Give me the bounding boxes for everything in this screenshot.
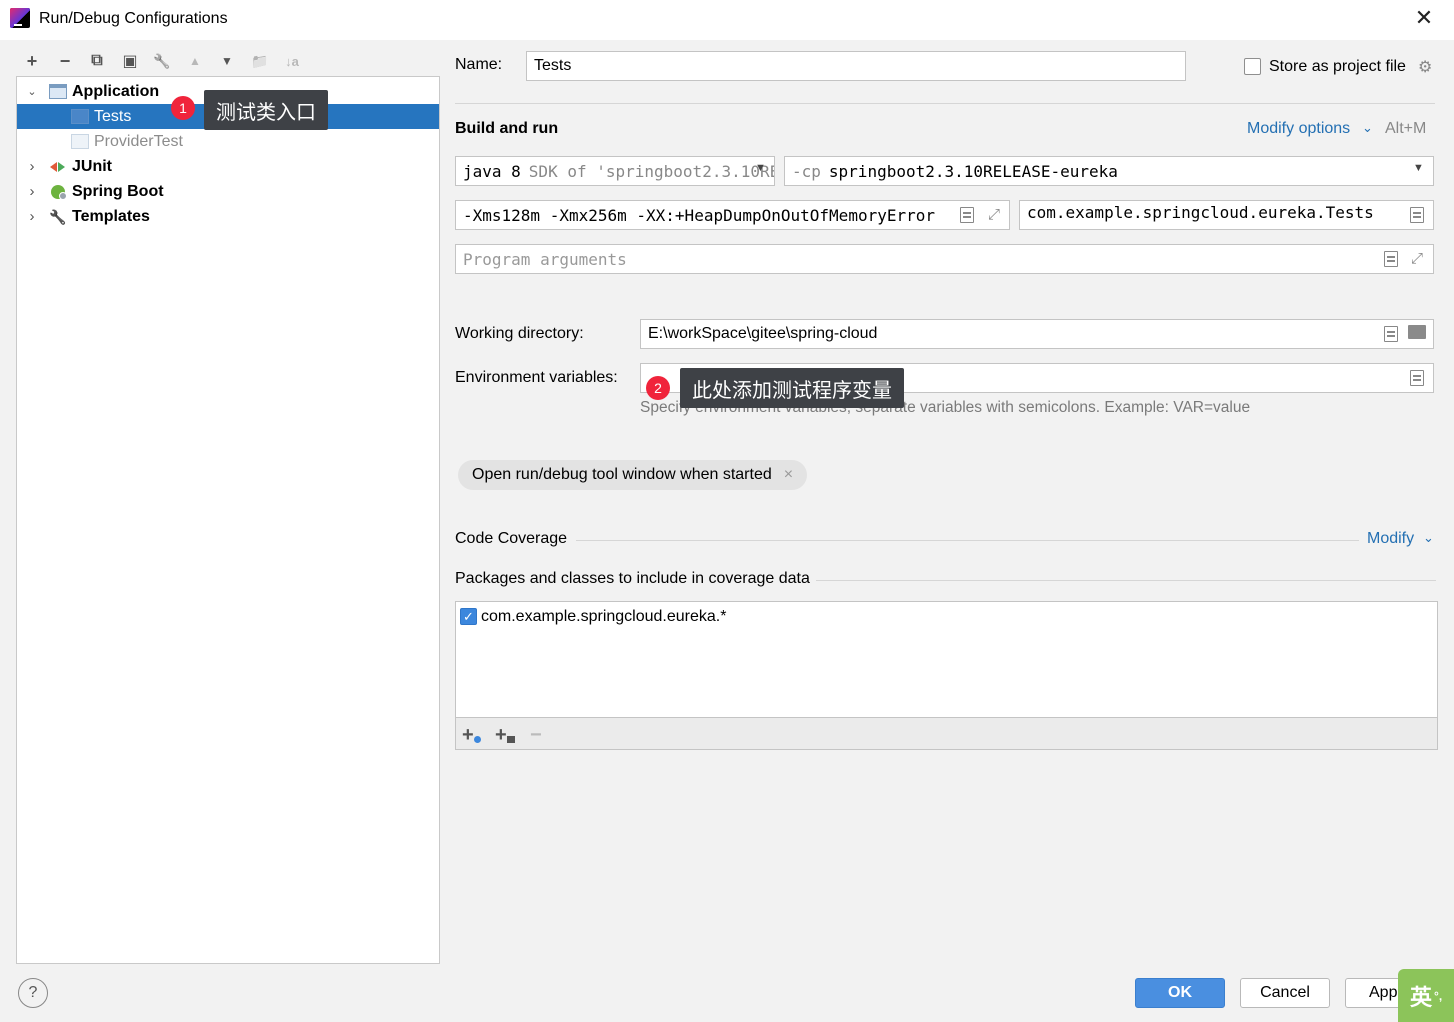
tree-item-templates[interactable]: › 🔧 Templates — [17, 204, 439, 229]
insert-macro-icon[interactable] — [1384, 251, 1398, 267]
insert-macro-icon[interactable] — [960, 207, 974, 223]
open-tool-window-option-chip[interactable]: Open run/debug tool window when started … — [458, 460, 808, 490]
tree-item-junit[interactable]: › JUnit — [17, 154, 439, 179]
annotation-badge-2: 2 — [646, 376, 670, 400]
main-class-input[interactable]: com.example.springcloud.eureka.Tests — [1019, 200, 1434, 230]
remove-configuration-button[interactable]: − — [53, 50, 77, 72]
add-package-icon[interactable]: + — [495, 724, 507, 747]
tree-item-providertest[interactable]: ProviderTest — [17, 129, 439, 154]
ime-extra: °, — [1434, 988, 1443, 1003]
modify-options-link[interactable]: Modify options — [1247, 120, 1350, 138]
application-icon — [49, 83, 67, 100]
junit-icon — [49, 159, 67, 175]
insert-macro-icon[interactable] — [1384, 326, 1398, 342]
edit-environment-variables-icon[interactable] — [1410, 370, 1424, 386]
wrench-icon: 🔧 — [49, 208, 67, 225]
edit-templates-wrench-icon[interactable]: 🔧 — [150, 50, 174, 72]
browse-class-icon[interactable] — [1410, 207, 1424, 223]
annotation-badge-1: 1 — [171, 96, 195, 120]
jre-sdk-hint: SDK of 'springboot2.3.10RELEASE-eureka' … — [528, 161, 774, 181]
create-folder-icon[interactable]: 📁 — [248, 50, 272, 72]
store-as-project-file-label: Store as project file — [1269, 58, 1406, 75]
classpath-module-value: springboot2.3.10RELEASE-eureka — [828, 161, 1118, 181]
vm-options-input[interactable]: -Xms128m -Xmx256m -XX:+HeapDumpOnOutOfMe… — [455, 200, 1010, 230]
application-icon — [71, 108, 89, 125]
name-input[interactable]: Tests — [526, 51, 1186, 81]
add-configuration-button[interactable]: + — [20, 50, 44, 72]
chevron-right-icon[interactable]: › — [25, 208, 39, 225]
chevron-right-icon[interactable]: › — [25, 158, 39, 175]
tree-item-spring-boot[interactable]: › Spring Boot — [17, 179, 439, 204]
code-coverage-heading: Code Coverage — [455, 530, 568, 547]
ok-button[interactable]: OK — [1135, 978, 1225, 1008]
dropdown-arrow-icon[interactable]: ▼ — [755, 162, 766, 174]
environment-variables-label: Environment variables: — [455, 369, 618, 386]
add-class-icon[interactable]: + — [462, 724, 474, 747]
coverage-list-toolbar — [455, 718, 1438, 750]
configuration-tree[interactable]: ⌄ Application Tests ProviderTest › JUnit… — [16, 76, 440, 964]
chip-label: Open run/debug tool window when started — [472, 466, 772, 483]
cancel-button[interactable]: Cancel — [1240, 978, 1330, 1008]
divider — [816, 580, 1436, 581]
classpath-module-select[interactable]: -cp springboot2.3.10RELEASE-eureka — [784, 156, 1434, 186]
class-badge-icon — [474, 736, 481, 743]
chevron-down-icon: ⌄ — [1423, 530, 1434, 545]
folder-icon[interactable] — [1408, 325, 1426, 339]
gear-icon[interactable]: ⚙ — [1418, 57, 1436, 76]
remove-entry-icon[interactable]: − — [530, 724, 542, 747]
cp-prefix: -cp — [792, 161, 821, 181]
tree-item-label: JUnit — [72, 157, 112, 175]
tree-item-label: Spring Boot — [72, 182, 164, 200]
chevron-down-icon: ⌄ — [1362, 120, 1373, 135]
help-button[interactable]: ? — [18, 978, 48, 1008]
expand-icon[interactable]: ⤢ — [986, 207, 1002, 223]
build-and-run-heading: Build and run — [455, 120, 559, 137]
save-configuration-button[interactable]: ▣ — [118, 50, 142, 72]
package-badge-icon — [507, 736, 515, 743]
coverage-package-checkbox[interactable]: ✓ — [460, 608, 477, 625]
annotation-tooltip-2: 此处添加测试程序变量 — [680, 368, 904, 408]
coverage-package-label: com.example.springcloud.eureka.* — [481, 608, 727, 625]
application-icon — [71, 133, 89, 150]
chevron-down-icon[interactable]: ⌄ — [25, 85, 39, 98]
expand-icon[interactable]: ⤢ — [1409, 251, 1425, 267]
divider — [455, 103, 1435, 104]
copy-configuration-button[interactable]: ⧉ — [85, 50, 109, 72]
remove-option-icon[interactable]: × — [784, 466, 793, 484]
move-up-button[interactable]: ▲ — [183, 50, 207, 72]
program-arguments-input[interactable]: Program arguments — [455, 244, 1434, 274]
sort-configurations-button[interactable]: ↓a — [280, 50, 304, 72]
close-button[interactable]: ✕ — [1412, 6, 1436, 30]
coverage-packages-heading: Packages and classes to include in cover… — [455, 570, 810, 587]
tree-item-label: Templates — [72, 207, 150, 225]
name-label: Name: — [455, 56, 503, 73]
jre-select[interactable]: java 8 SDK of 'springboot2.3.10RELEASE-e… — [455, 156, 775, 186]
jre-value: java 8 — [463, 161, 521, 181]
modify-options-shortcut: Alt+M — [1385, 120, 1427, 137]
dropdown-arrow-icon[interactable]: ▼ — [1413, 162, 1424, 174]
divider — [576, 540, 1359, 541]
annotation-tooltip-1: 测试类入口 — [204, 90, 328, 130]
coverage-modify-link[interactable]: Modify — [1367, 530, 1414, 548]
tree-item-label: Tests — [94, 107, 132, 125]
move-down-button[interactable]: ▼ — [215, 50, 239, 72]
window-title: Run/Debug Configurations — [39, 10, 228, 27]
working-directory-label: Working directory: — [455, 325, 584, 342]
intellij-app-icon — [10, 8, 30, 28]
tree-item-label: Application — [72, 82, 160, 100]
working-directory-input[interactable]: E:\workSpace\gitee\spring-cloud — [640, 319, 1434, 349]
chevron-right-icon[interactable]: › — [25, 183, 39, 200]
spring-boot-icon — [49, 184, 67, 200]
ime-indicator[interactable]: 英 °, — [1398, 969, 1454, 1022]
tree-item-label: ProviderTest — [94, 132, 183, 150]
ime-label: 英 — [1410, 984, 1433, 1010]
store-as-project-file-checkbox[interactable] — [1244, 58, 1261, 75]
